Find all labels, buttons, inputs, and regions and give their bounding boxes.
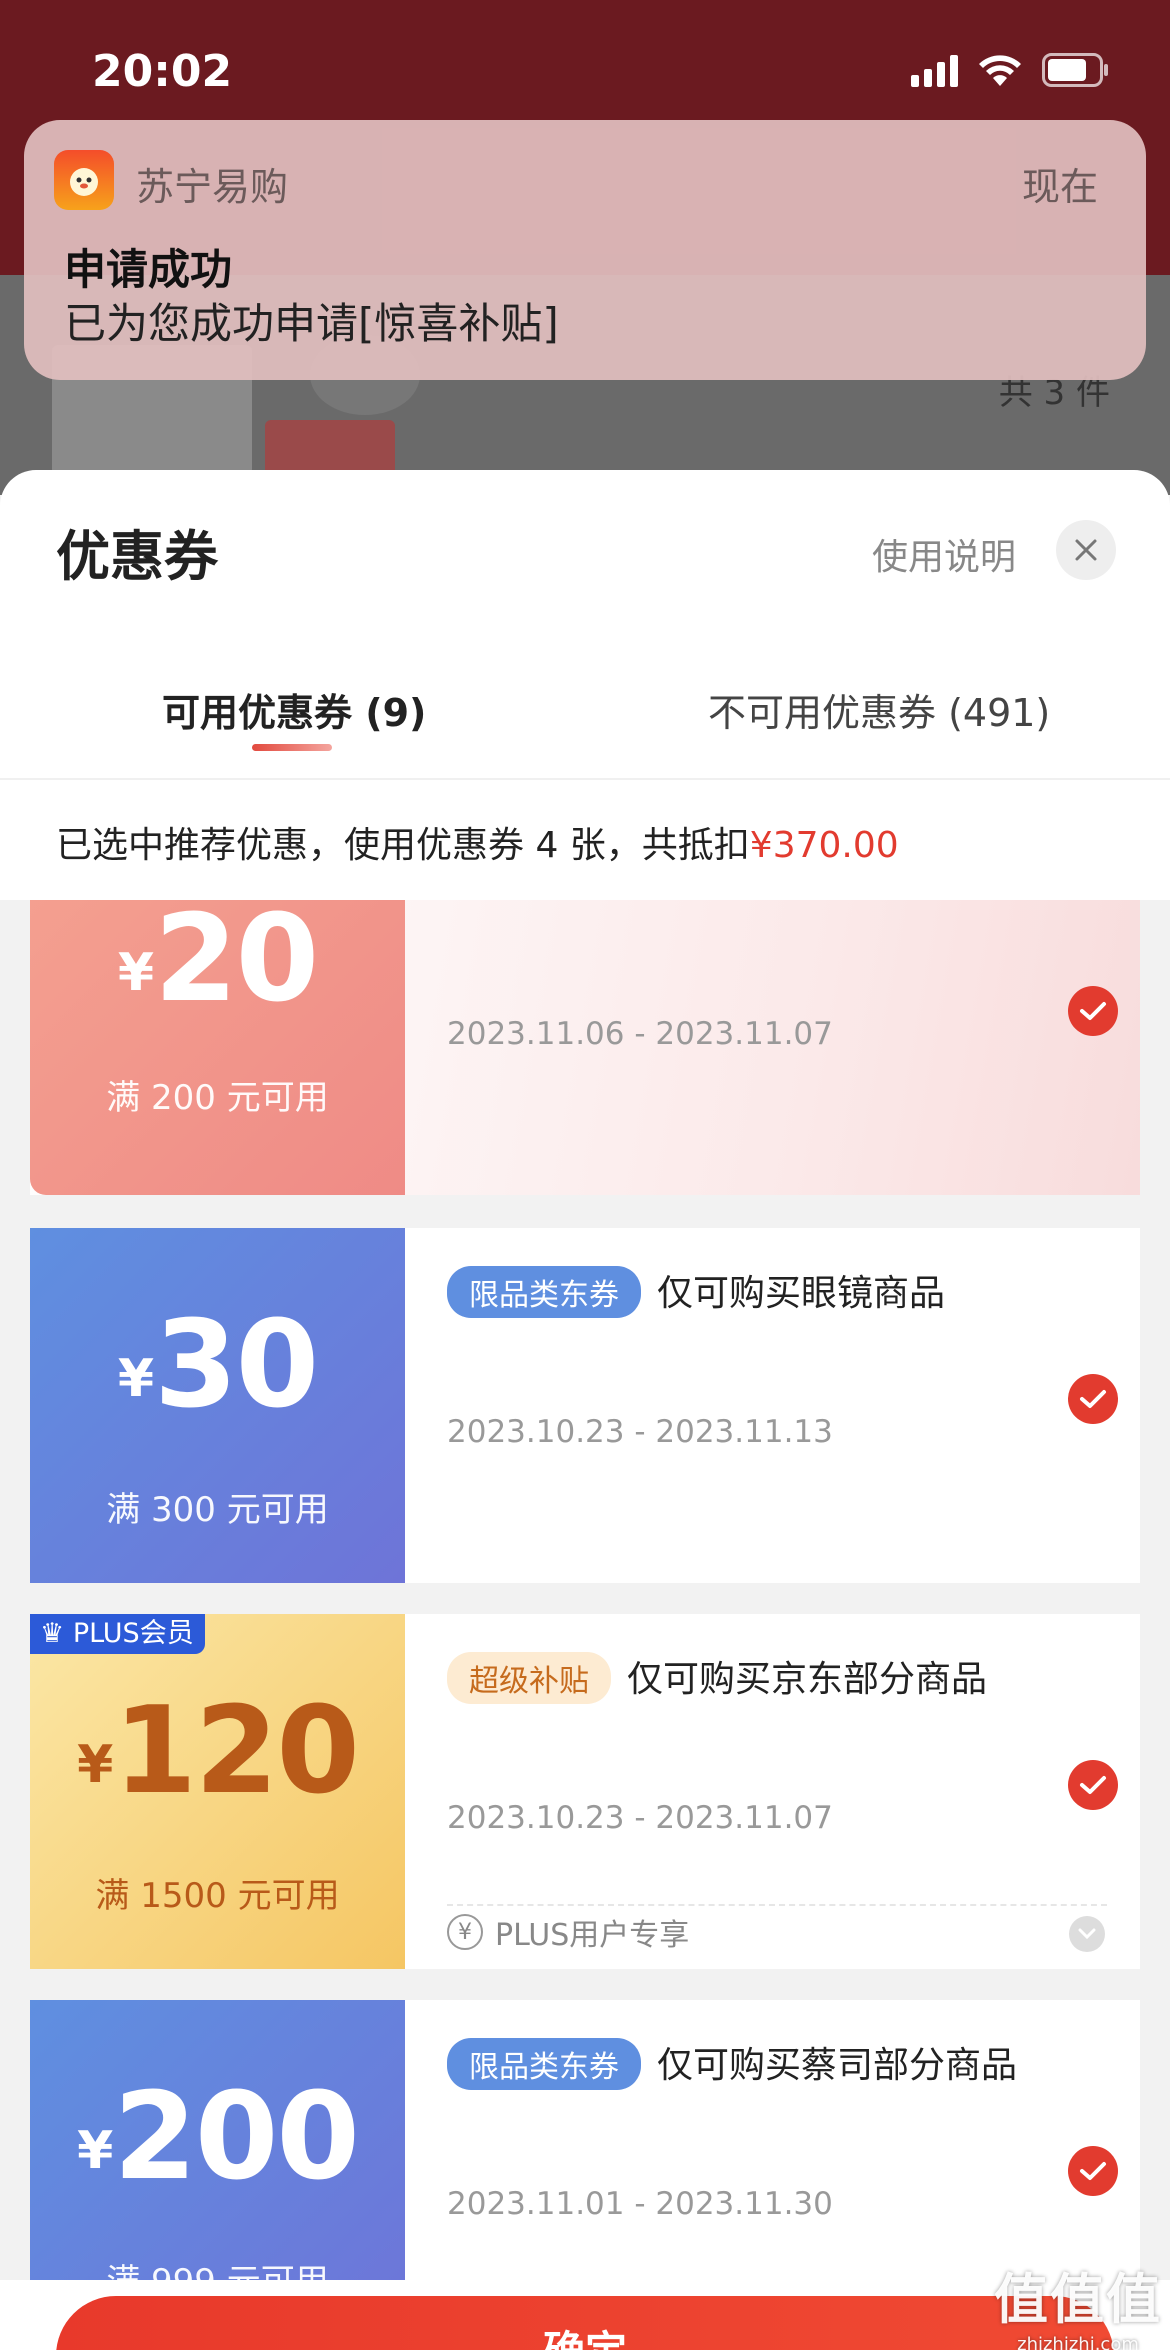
wifi-icon bbox=[976, 52, 1024, 88]
usage-instructions-link[interactable]: 使用说明 bbox=[872, 528, 1016, 580]
status-icons bbox=[911, 52, 1110, 88]
tab-available-coupons[interactable]: 可用优惠券 (9) bbox=[162, 682, 426, 737]
discount-summary: 已选中推荐优惠，使用优惠券 4 张，共抵扣¥370.00 bbox=[56, 816, 899, 868]
divider bbox=[447, 1904, 1107, 1906]
crown-icon: ♛ bbox=[40, 1618, 65, 1649]
push-notification[interactable]: 苏宁易购 现在 申请成功 已为您成功申请[惊喜补贴] bbox=[24, 120, 1146, 380]
coupon-value-panel: ¥120 满 1500 元可用 bbox=[30, 1614, 405, 1969]
coupon-card[interactable]: ¥30 满 300 元可用 限品类东券 仅可购买眼镜商品 2023.10.23 -… bbox=[30, 1228, 1140, 1583]
divider bbox=[0, 778, 1170, 780]
coupon-amount: ¥30 bbox=[117, 1296, 319, 1435]
coupon-value-panel: ¥30 满 300 元可用 bbox=[30, 1228, 405, 1583]
expand-button[interactable] bbox=[1069, 1916, 1105, 1952]
notification-body: 已为您成功申请[惊喜补贴] bbox=[64, 299, 559, 348]
watermark-logo: 值值值 bbox=[994, 2268, 1162, 2331]
coupon-checkbox[interactable] bbox=[1068, 2146, 1118, 2196]
coupon-type-badge: 超级补贴 bbox=[447, 1652, 611, 1704]
coupon-description: 仅可购买京东部分商品 bbox=[627, 1659, 988, 1700]
summary-amount: ¥370.00 bbox=[749, 825, 899, 866]
summary-text: 已选中推荐优惠，使用优惠券 4 张，共抵扣 bbox=[56, 825, 750, 866]
coupon-date-range: 2023.11.06 - 2023.11.07 bbox=[447, 1016, 833, 1052]
check-icon bbox=[1080, 1776, 1106, 1794]
coupon-condition: 满 300 元可用 bbox=[106, 1490, 329, 1530]
coupon-date-range: 2023.10.23 - 2023.11.07 bbox=[447, 1800, 833, 1836]
check-icon bbox=[1080, 1002, 1106, 1020]
signal-icon bbox=[911, 53, 958, 87]
plus-member-badge: ♛ PLUS会员 bbox=[30, 1614, 205, 1654]
coupon-amount: ¥200 bbox=[77, 2068, 360, 2207]
close-icon bbox=[1075, 539, 1097, 561]
coupon-type-badge: 限品类东券 bbox=[447, 1266, 641, 1318]
site-watermark: 值值值 zhizhizhi.com bbox=[994, 2255, 1162, 2350]
coupon-description: 仅可购买眼镜商品 bbox=[657, 1273, 946, 1314]
yen-circle-icon: ¥ bbox=[447, 1914, 483, 1950]
coupon-date-range: 2023.11.01 - 2023.11.30 bbox=[447, 2186, 833, 2222]
check-icon bbox=[1080, 2162, 1106, 2180]
chevron-down-icon bbox=[1078, 1928, 1096, 1940]
coupon-card[interactable]: ¥200 满 999 元可用 限品类东券仅可购买蔡司部分商品 2023.11.0… bbox=[30, 2000, 1140, 2280]
coupon-condition: 满 1500 元可用 bbox=[95, 1876, 340, 1916]
coupon-condition: 满 200 元可用 bbox=[106, 1078, 329, 1118]
tab-unavailable-coupons[interactable]: 不可用优惠券 (491) bbox=[708, 682, 1050, 737]
coupon-checkbox[interactable] bbox=[1068, 986, 1118, 1036]
coupon-date-range: 2023.10.23 - 2023.11.13 bbox=[447, 1414, 833, 1450]
plus-exclusive-label: PLUS用户专享 bbox=[495, 1918, 690, 1953]
coupon-card[interactable]: ♛ PLUS会员 ¥120 满 1500 元可用 超级补贴 仅可购买京东部分商品 … bbox=[30, 1614, 1140, 1969]
coupon-description: 仅可购买蔡司部分商品 bbox=[657, 2045, 1018, 2086]
watermark-site: zhizhizhi.com bbox=[1017, 2334, 1139, 2350]
coupon-value-panel: ¥20 满 200 元可用 bbox=[30, 900, 405, 1195]
notification-time: 现在 bbox=[1021, 165, 1098, 209]
sheet-title: 优惠券 bbox=[56, 525, 218, 588]
confirm-button[interactable]: 确定 bbox=[56, 2296, 1114, 2350]
coupon-condition: 满 999 元可用 bbox=[30, 2254, 405, 2280]
status-time: 20:02 bbox=[92, 46, 233, 97]
coupon-checkbox[interactable] bbox=[1068, 1760, 1118, 1810]
plus-exclusive-note: ¥ PLUS用户专享 bbox=[447, 1910, 689, 1954]
suning-app-icon bbox=[54, 150, 114, 210]
coupon-amount: ¥120 bbox=[77, 1682, 360, 1821]
coupon-value-panel: ¥200 满 999 元可用 bbox=[30, 2000, 405, 2280]
coupon-amount: ¥20 bbox=[117, 900, 319, 1029]
notification-app-name: 苏宁易购 bbox=[136, 165, 289, 209]
battery-icon bbox=[1042, 53, 1110, 87]
active-tab-indicator bbox=[252, 744, 332, 751]
coupon-checkbox[interactable] bbox=[1068, 1374, 1118, 1424]
coupon-type-badge: 限品类东券 bbox=[447, 2038, 641, 2090]
close-button[interactable] bbox=[1056, 520, 1116, 580]
coupon-list[interactable]: ¥20 满 200 元可用 2023.11.06 - 2023.11.07 ¥3… bbox=[0, 900, 1170, 2280]
coupon-card[interactable]: ¥20 满 200 元可用 2023.11.06 - 2023.11.07 bbox=[30, 900, 1140, 1195]
notification-title: 申请成功 bbox=[64, 245, 233, 294]
check-icon bbox=[1080, 1390, 1106, 1408]
